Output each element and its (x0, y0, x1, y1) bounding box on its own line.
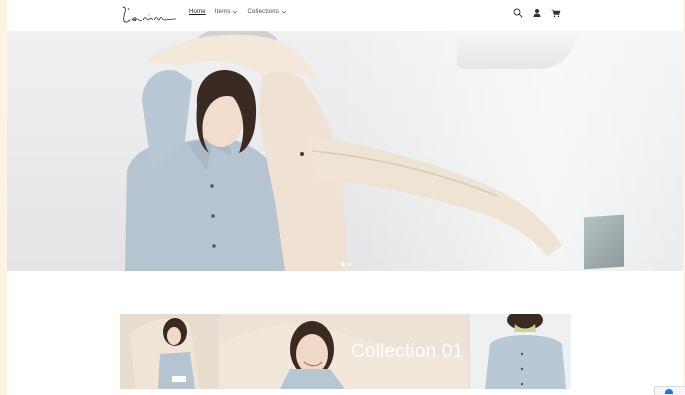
brand-logo-mark (122, 6, 177, 23)
collection-image-1 (120, 314, 218, 389)
slide-dot-1[interactable] (341, 262, 345, 266)
page: Home Items Collections Collection 01 (0, 0, 685, 395)
collection-image-3 (470, 314, 571, 389)
cart-icon[interactable] (551, 8, 561, 18)
page-margin-left (0, 0, 7, 395)
nav-home[interactable]: Home (189, 9, 206, 15)
slide-dot-2[interactable] (348, 262, 352, 266)
collection-title: Collection 01 (351, 341, 464, 362)
chevron-down-icon (281, 10, 287, 14)
recaptcha-icon (665, 389, 673, 394)
chevron-down-icon (233, 10, 238, 14)
main-nav: Home Items Collections (189, 9, 287, 15)
recaptcha-badge[interactable] (654, 386, 685, 395)
nav-collections[interactable]: Collections (247, 9, 287, 15)
site-header: Home Items Collections (7, 0, 683, 31)
account-icon[interactable] (532, 8, 542, 18)
hero-slideshow[interactable] (7, 31, 683, 271)
slideshow-dots (341, 262, 352, 266)
brand-logo[interactable] (119, 4, 179, 26)
nav-items[interactable]: Items (215, 9, 239, 15)
header-actions (513, 8, 561, 18)
nav-collections-label: Collections (247, 9, 280, 15)
nav-items-label: Items (214, 9, 231, 15)
hero-image (125, 31, 562, 271)
search-icon[interactable] (513, 8, 523, 18)
collection-photo-1 (120, 314, 218, 389)
collection-photo-3 (470, 314, 571, 389)
nav-home-label: Home (189, 9, 206, 15)
collection-banner[interactable]: Collection 01 (120, 314, 571, 389)
